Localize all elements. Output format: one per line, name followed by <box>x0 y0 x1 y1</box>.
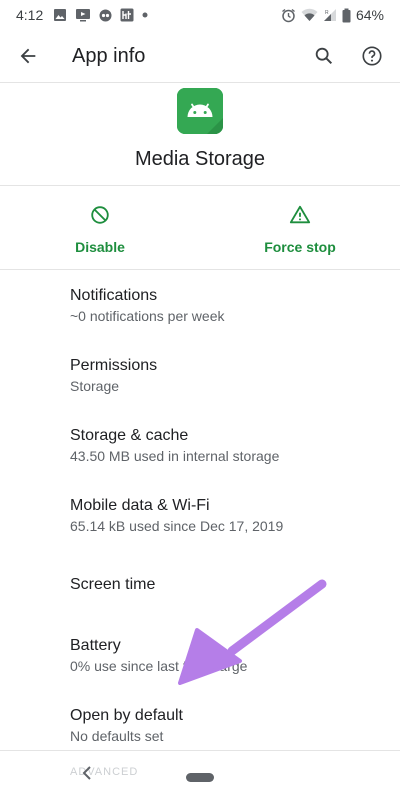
wifi-icon <box>301 8 318 22</box>
setting-title: Mobile data & Wi-Fi <box>70 496 210 514</box>
force-stop-button[interactable]: Force stop <box>200 186 400 269</box>
setting-storage-cache[interactable]: Storage & cache 43.50 MB used in interna… <box>0 410 400 480</box>
setting-summary: 0% use since last full charge <box>70 657 248 674</box>
divider <box>0 750 400 751</box>
navigation-bar <box>0 755 400 799</box>
cast-screen-icon <box>75 8 91 22</box>
battery-icon <box>342 8 351 23</box>
setting-permissions[interactable]: Permissions Storage <box>0 340 400 410</box>
setting-mobile-data-wifi[interactable]: Mobile data & Wi-Fi 65.14 kB used since … <box>0 480 400 550</box>
setting-battery[interactable]: Battery 0% use since last full charge <box>0 620 400 690</box>
app-header: Media Storage <box>0 83 400 185</box>
setting-title: Battery <box>70 636 121 654</box>
setting-summary: Storage <box>70 377 120 394</box>
setting-title: Open by default <box>70 706 183 724</box>
setting-title: Storage & cache <box>70 426 189 444</box>
search-icon[interactable] <box>300 32 348 80</box>
nav-back-icon[interactable] <box>80 765 94 786</box>
setting-title: Screen time <box>70 576 156 593</box>
setting-notifications[interactable]: Notifications ~0 notifications per week <box>0 270 400 340</box>
app-bar: App info <box>0 30 400 82</box>
settings-list: Notifications ~0 notifications per week … <box>0 270 400 760</box>
app-name: Media Storage <box>134 148 266 170</box>
disable-label: Disable <box>75 239 125 255</box>
alarm-icon <box>281 8 296 23</box>
setting-screen-time[interactable]: Screen time <box>0 550 400 620</box>
setting-summary: No defaults set <box>70 727 164 744</box>
disable-button[interactable]: Disable <box>0 186 200 269</box>
ht-icon <box>120 8 134 22</box>
dot-icon <box>142 12 148 18</box>
app-info-screen: 4:12 R 64% App info Media Storage Disabl… <box>0 0 400 799</box>
status-time: 4:12 <box>16 7 44 23</box>
warning-icon <box>289 204 311 231</box>
battery-percent: 64% <box>355 7 384 23</box>
setting-title: Permissions <box>70 356 158 374</box>
signal-icon: R <box>323 8 337 22</box>
status-icons-right: R 64% <box>281 7 384 23</box>
android-robot-icon <box>177 88 223 134</box>
arrow-back-icon[interactable] <box>4 32 52 80</box>
help-icon[interactable] <box>348 32 396 80</box>
image-icon <box>53 8 67 22</box>
action-row: Disable Force stop <box>0 186 400 269</box>
setting-summary: ~0 notifications per week <box>70 307 225 324</box>
setting-title: Notifications <box>70 286 158 304</box>
app-notification-icon <box>99 9 112 22</box>
svg-text:R: R <box>325 10 329 16</box>
status-bar: 4:12 R 64% <box>0 0 400 30</box>
setting-summary: 65.14 kB used since Dec 17, 2019 <box>70 517 284 534</box>
force-stop-label: Force stop <box>264 239 336 255</box>
status-icons-left <box>53 8 148 22</box>
nav-home-pill[interactable] <box>186 772 214 782</box>
app-bar-actions <box>300 32 396 80</box>
disable-icon <box>89 204 111 231</box>
setting-summary: 43.50 MB used in internal storage <box>70 447 280 464</box>
page-title: App info <box>72 44 146 67</box>
